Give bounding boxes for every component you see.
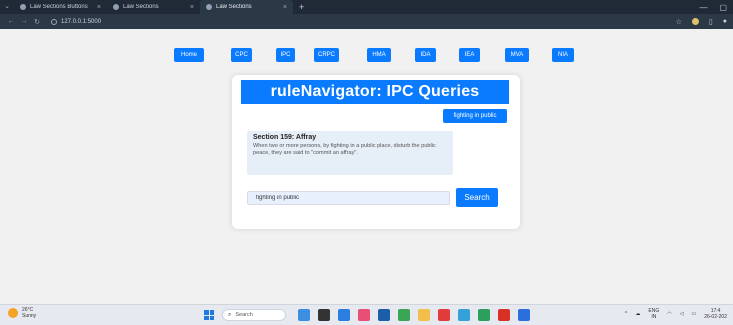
reload-icon[interactable]: ↻ (32, 18, 42, 26)
nav-ida-button[interactable]: IDA (415, 48, 436, 62)
windows-start-icon[interactable] (204, 310, 214, 320)
app-icon[interactable] (398, 309, 410, 321)
close-tab-icon[interactable]: × (283, 4, 287, 11)
tab-menu-icon[interactable]: ⌄ (0, 0, 14, 14)
app-icon[interactable] (298, 309, 310, 321)
browser-tab-1[interactable]: Law Sections Buttons × (14, 0, 107, 14)
result-title: Section 159: Affray (253, 134, 317, 141)
weather-widget[interactable]: 26°C Sunny (8, 307, 36, 319)
star-icon[interactable]: ☆ (676, 18, 682, 26)
taskbar: 26°C Sunny ⌕ Search ^ ☁ ENG IN ◠ ◁ ▭ 17:… (0, 304, 733, 325)
chrome-icon[interactable] (458, 309, 470, 321)
app-icon[interactable] (498, 309, 510, 321)
nav-ipc-button[interactable]: IPC (276, 48, 295, 62)
app-icon[interactable] (478, 309, 490, 321)
clock[interactable]: 17:4 26-02-202 (704, 308, 727, 320)
chevron-up-icon[interactable]: ^ (625, 311, 627, 317)
result-body: When two or more persons, by fighting in… (253, 143, 436, 157)
battery-icon[interactable]: ▭ (691, 311, 696, 317)
sun-icon (8, 308, 18, 318)
nav-iea-button[interactable]: IEA (459, 48, 480, 62)
url-field[interactable]: 127.0.0.1:5000 (51, 18, 102, 25)
taskbar-apps (298, 309, 530, 321)
tab-label: Law Sections (123, 4, 159, 10)
browser-tab-bar: ⌄ Law Sections Buttons × Law Sections × … (0, 0, 733, 14)
globe-icon (206, 4, 212, 10)
query-card: ruleNavigator: IPC Queries fighting in p… (232, 75, 520, 229)
app-icon[interactable] (438, 309, 450, 321)
search-input[interactable] (247, 191, 450, 205)
forward-icon[interactable]: → (19, 18, 29, 25)
search-button[interactable]: Search (456, 188, 498, 207)
query-chip-button[interactable]: fighting in public (443, 109, 507, 123)
globe-icon (20, 4, 26, 10)
extension-icon[interactable] (691, 18, 699, 25)
profile-icon[interactable]: ● (723, 18, 727, 25)
maximize-icon[interactable]: ▢ (719, 3, 727, 12)
nav-mva-button[interactable]: MVA (505, 48, 529, 62)
app-icon[interactable] (358, 309, 370, 321)
folder-icon[interactable] (418, 309, 430, 321)
tab-label: Law Sections Buttons (30, 4, 88, 10)
browser-tab-3[interactable]: Law Sections × (200, 0, 293, 14)
site-info-icon[interactable] (51, 18, 57, 25)
weather-desc: Sunny (22, 313, 37, 319)
tab-label: Law Sections (216, 4, 252, 10)
search-icon: ⌕ (228, 311, 232, 318)
close-tab-icon[interactable]: × (97, 4, 101, 11)
globe-icon (113, 4, 119, 10)
lang-bottom: IN (651, 314, 657, 320)
law-nav-bar: Home CPC IPC CRPC HMA IDA IEA MVA NIA (0, 48, 733, 62)
language-indicator[interactable]: ENG IN (648, 308, 659, 320)
taskbar-search[interactable]: ⌕ Search (222, 309, 286, 321)
app-icon[interactable] (338, 309, 350, 321)
page-title: ruleNavigator: IPC Queries (241, 80, 509, 104)
page-body: Home CPC IPC CRPC HMA IDA IEA MVA NIA ru… (0, 29, 733, 304)
back-icon[interactable]: ← (6, 18, 16, 25)
taskbar-search-label: Search (235, 312, 253, 318)
nav-home-button[interactable]: Home (174, 48, 204, 62)
result-box: Section 159: Affray When two or more per… (247, 131, 453, 175)
nav-crpc-button[interactable]: CRPC (314, 48, 339, 62)
url-text: 127.0.0.1:5000 (61, 18, 102, 25)
nav-nia-button[interactable]: NIA (552, 48, 574, 62)
sidebar-icon[interactable]: ▯ (709, 18, 713, 26)
nav-cpc-button[interactable]: CPC (231, 48, 252, 62)
plus-icon[interactable]: + (299, 2, 304, 12)
browser-tab-2[interactable]: Law Sections × (107, 0, 200, 14)
clock-date: 26-02-202 (704, 314, 727, 320)
volume-icon[interactable]: ◁ (680, 311, 684, 317)
app-icon[interactable] (318, 309, 330, 321)
nav-hma-button[interactable]: HMA (367, 48, 391, 62)
close-tab-icon[interactable]: × (190, 4, 194, 11)
vscode-icon[interactable] (518, 309, 530, 321)
wifi-icon[interactable]: ◠ (667, 311, 671, 317)
cloud-icon[interactable]: ☁ (635, 311, 640, 317)
system-tray: ^ ☁ ENG IN ◠ ◁ ▭ 17:4 26-02-202 (625, 308, 727, 320)
minimize-icon[interactable]: — (699, 3, 707, 12)
app-icon[interactable] (378, 309, 390, 321)
address-bar-row: ← → ↻ 127.0.0.1:5000 ☆ ▯ ● (0, 14, 733, 29)
